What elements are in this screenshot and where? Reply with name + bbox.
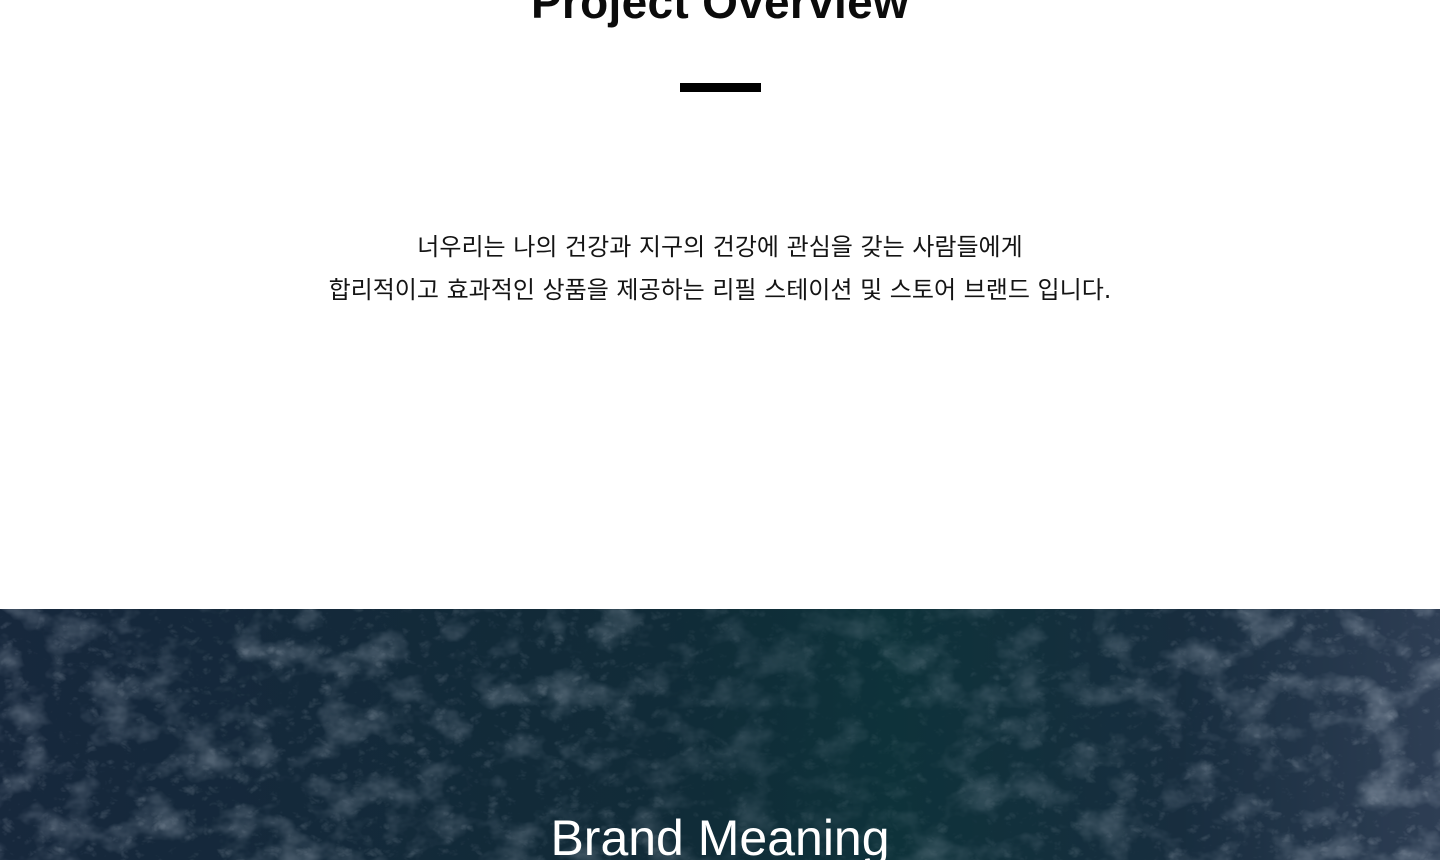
brand-meaning-title: Brand Meaning [550,810,890,860]
project-overview-section: Project Overview 너우리는 나의 건강과 지구의 건강에 관심을… [0,0,1440,610]
section-title: Project Overview [530,0,910,28]
overview-description: 너우리는 나의 건강과 지구의 건강에 관심을 갖는 사람들에게 합리적이고 효… [0,226,1440,312]
description-line-1: 너우리는 나의 건강과 지구의 건강에 관심을 갖는 사람들에게 [417,233,1023,261]
title-underline [680,83,761,92]
page: Project Overview 너우리는 나의 건강과 지구의 건강에 관심을… [0,0,1440,860]
brand-meaning-section: Brand Meaning [0,609,1440,860]
description-line-2: 합리적이고 효과적인 상품을 제공하는 리필 스테이션 및 스토어 브랜드 입니… [328,276,1112,304]
